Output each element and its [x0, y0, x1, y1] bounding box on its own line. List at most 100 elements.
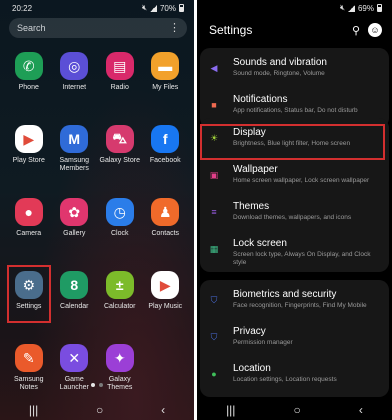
- app-clock[interactable]: ◷ Clock: [97, 198, 143, 261]
- row-subtitle: Face recognition, Fingerprints, Find My …: [233, 302, 367, 309]
- play-store-icon: ▶: [14, 125, 43, 153]
- recent-apps-icon[interactable]: |||: [226, 403, 235, 417]
- notes-icon: ✎: [14, 344, 43, 372]
- row-title: Notifications: [233, 94, 288, 105]
- settings-row-privacy[interactable]: ⛉ Privacy Permission manager: [200, 320, 389, 357]
- contacts-icon: ♟: [151, 198, 180, 226]
- nav-bar: ||| ○ ‹: [197, 400, 392, 420]
- row-subtitle: App notifications, Status bar, Do not di…: [233, 107, 358, 114]
- app-camera[interactable]: ● Camera: [6, 198, 52, 261]
- privacy-icon: ⛉: [210, 332, 218, 342]
- search-bar[interactable]: Search ⋮: [9, 18, 187, 38]
- app-label: Gallery: [63, 230, 86, 237]
- app-gallery[interactable]: ✿ Gallery: [52, 198, 98, 261]
- notification-icon: ■: [211, 100, 217, 110]
- status-bar: 🔇︎ 69%: [197, 0, 392, 16]
- game-launcher-icon: ✕: [60, 344, 89, 372]
- more-options-icon[interactable]: ⋮: [169, 22, 180, 34]
- app-label: Calendar: [60, 303, 89, 310]
- header-actions: ⚲ ☺: [352, 23, 382, 37]
- settings-group: ◀ Sounds and vibration Sound mode, Rington…: [200, 48, 389, 128]
- row-subtitle: Permission manager: [233, 339, 293, 346]
- page-dot[interactable]: [99, 383, 103, 387]
- battery-icon: [377, 4, 382, 12]
- search-icon[interactable]: ⚲: [352, 24, 360, 37]
- app-samsung-notes[interactable]: ✎ Samsung Notes: [6, 344, 52, 407]
- highlight-box: [200, 124, 385, 160]
- app-samsung-members[interactable]: M Samsung Members: [52, 125, 98, 188]
- radio-icon: ▤: [105, 52, 134, 80]
- settings-row-location[interactable]: ● Location Location settings, Location req…: [200, 357, 389, 394]
- sound-icon: ◀: [210, 63, 218, 73]
- facebook-icon: f: [151, 125, 180, 153]
- signal-icon: [149, 4, 157, 12]
- app-play-store[interactable]: ▶ Play Store: [6, 125, 52, 188]
- row-title: Location: [233, 363, 271, 374]
- lock-icon: ▦: [209, 244, 219, 254]
- row-subtitle: Sound mode, Ringtone, Volume: [233, 70, 325, 77]
- back-icon[interactable]: ‹: [359, 403, 363, 417]
- app-settings[interactable]: ⚙ Settings: [6, 265, 52, 334]
- row-subtitle: Screen lock type, Always On Display, and…: [233, 251, 371, 267]
- app-galaxy-themes[interactable]: ✦ Galaxy Themes: [97, 344, 143, 407]
- app-label: Contacts: [151, 230, 180, 237]
- app-calculator[interactable]: ± Calculator: [97, 271, 143, 334]
- page-indicator: [0, 383, 194, 387]
- battery-icon: [179, 4, 184, 12]
- mute-icon: 🔇︎: [141, 3, 147, 12]
- app-contacts[interactable]: ♟ Contacts: [143, 198, 189, 261]
- app-play-music[interactable]: ▶ Play Music: [143, 271, 189, 334]
- settings-row-themes[interactable]: ≡ Themes Download themes, wallpapers, and …: [200, 195, 389, 232]
- row-title: Lock screen: [233, 238, 287, 249]
- app-calendar[interactable]: 8 Calendar: [52, 271, 98, 334]
- location-icon: ●: [211, 369, 217, 379]
- app-label: Camera: [16, 230, 42, 237]
- galaxy-store-icon: ⛍: [105, 125, 134, 153]
- settings-row-biometrics-and-security[interactable]: ⛉ Biometrics and security Face recognition…: [200, 283, 389, 320]
- row-title: Wallpaper: [233, 164, 278, 175]
- settings-screen: 🔇︎ 69% Settings ⚲ ☺ ◀ Sounds and vibratio…: [197, 0, 392, 420]
- status-bar: 20:22 🔇︎ 70%: [0, 0, 194, 16]
- signal-icon: [347, 4, 355, 12]
- app-facebook[interactable]: f Facebook: [143, 125, 189, 188]
- app-label: Play Music: [148, 303, 183, 310]
- app-radio[interactable]: ▤ Radio: [97, 52, 143, 115]
- page-dot[interactable]: [91, 383, 95, 387]
- gallery-icon: ✿: [60, 198, 89, 226]
- back-icon[interactable]: ‹: [161, 403, 165, 417]
- settings-row-lock-screen[interactable]: ▦ Lock screen Screen lock type, Always On …: [200, 232, 389, 269]
- calculator-icon: ±: [105, 271, 134, 299]
- home-icon[interactable]: ○: [96, 403, 103, 417]
- home-icon[interactable]: ○: [294, 403, 301, 417]
- status-icons: 🔇︎ 70%: [142, 3, 184, 13]
- app-my-files[interactable]: ▬ My Files: [143, 52, 189, 115]
- recent-apps-icon[interactable]: |||: [29, 403, 38, 417]
- row-subtitle: Home screen wallpaper, Lock screen wallp…: [233, 177, 370, 184]
- app-label: Samsung Members: [59, 157, 90, 173]
- row-title: Biometrics and security: [233, 289, 337, 300]
- app-label: Radio: [110, 84, 129, 91]
- app-internet[interactable]: ◎ Internet: [52, 52, 98, 115]
- themes-icon: ≡: [211, 207, 217, 217]
- members-icon: M: [60, 125, 89, 153]
- settings-row-sounds-and-vibration[interactable]: ◀ Sounds and vibration Sound mode, Rington…: [200, 51, 389, 88]
- app-label: Phone: [18, 84, 39, 91]
- settings-header: Settings ⚲ ☺: [197, 16, 392, 44]
- folder-icon: ▬: [151, 52, 180, 80]
- play-music-icon: ▶: [151, 271, 180, 299]
- search-placeholder: Search: [17, 23, 46, 33]
- app-game-launcher[interactable]: ✕ Game Launcher: [52, 344, 98, 407]
- app-galaxy-store[interactable]: ⛍ Galaxy Store: [97, 125, 143, 188]
- profile-icon[interactable]: ☺: [368, 23, 382, 37]
- clock-icon: ◷: [105, 198, 134, 226]
- app-label: Internet: [62, 84, 87, 91]
- app-phone[interactable]: ✆ Phone: [6, 52, 52, 115]
- row-subtitle: Location settings, Location requests: [233, 376, 337, 383]
- app-label: Calculator: [103, 303, 136, 310]
- nav-bar: ||| ○ ‹: [0, 400, 194, 420]
- settings-row-wallpaper[interactable]: ▣ Wallpaper Home screen wallpaper, Lock sc…: [200, 158, 389, 195]
- status-time: 20:22: [12, 3, 33, 13]
- battery-percent: 70%: [159, 3, 176, 13]
- row-title: Privacy: [233, 326, 266, 337]
- app-label: Galaxy Store: [99, 157, 140, 164]
